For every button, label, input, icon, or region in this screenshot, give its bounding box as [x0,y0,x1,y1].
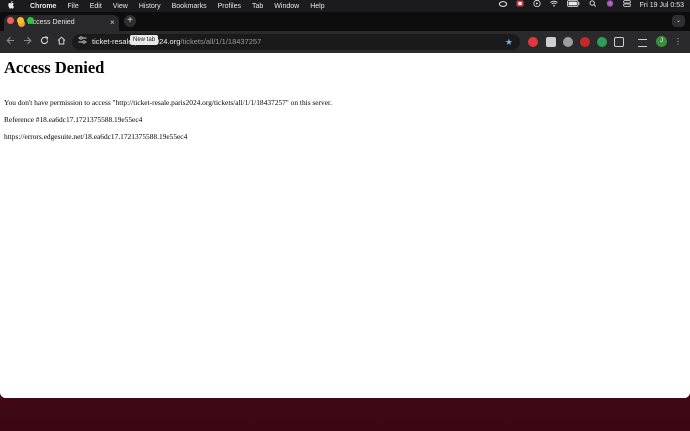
chrome-menu-icon[interactable]: ⋮ [673,36,683,48]
control-center-icon[interactable] [622,0,631,12]
apple-menu-icon[interactable] [8,1,22,11]
new-tab-tooltip: New tab [130,35,159,45]
tab-title: Access Denied [28,19,75,26]
zoom-window-button[interactable] [27,17,34,24]
minimize-window-button[interactable] [17,17,24,24]
creative-cloud-icon[interactable] [498,0,507,12]
address-url[interactable]: ticket-resale.paris2024.org/tickets/all/… [92,36,261,48]
menu-tab[interactable]: Tab [252,3,263,10]
back-button[interactable] [4,36,16,48]
menu-clock[interactable]: Fri 19 Jul 0:53 [640,0,684,12]
url-path: /tickets/all/1/1/18437257 [180,37,262,46]
permission-message: You don't have permission to access "htt… [4,98,332,107]
wifi-icon[interactable] [549,0,558,12]
tab-strip: Access Denied × + ⌄ [0,12,690,31]
menu-bookmarks[interactable]: Bookmarks [172,3,207,10]
browser-toolbar: ticket-resale.paris2024.org/tickets/all/… [0,31,690,53]
tab-close-icon[interactable]: × [110,17,115,28]
menu-help[interactable]: Help [310,3,324,10]
battery-icon[interactable] [566,0,580,12]
error-url: https://errors.edgesuite.net/18.ea6dc17.… [4,132,188,141]
menu-file[interactable]: File [67,3,78,10]
extension-vpn-icon[interactable] [528,37,538,47]
extension-droplet-icon[interactable] [563,37,573,47]
reload-button[interactable] [38,36,50,48]
window-controls [7,17,34,24]
page-heading: Access Denied [4,58,105,77]
search-icon[interactable] [589,0,597,12]
extensions-puzzle-icon[interactable] [614,37,624,47]
extension-record-icon[interactable] [580,37,590,47]
tab-search-button[interactable]: ⌄ [672,15,685,27]
profile-avatar[interactable]: J [656,36,667,47]
new-tab-button[interactable]: + [124,15,136,27]
macos-menu-bar: Chrome File Edit View History Bookmarks … [0,0,690,12]
play-icon[interactable] [533,0,541,12]
extension-grammarly-icon[interactable] [597,37,607,47]
reference-id: Reference #18.ea6dc17.1721375588.19e55ec… [4,115,143,124]
vpn-icon[interactable] [516,0,524,12]
page-content: Access Denied You don't have permission … [0,53,690,398]
site-info-icon[interactable] [78,36,87,48]
chrome-window: Access Denied × + ⌄ New tab ticket-re [0,12,690,398]
close-window-button[interactable] [7,17,14,24]
menu-history[interactable]: History [139,3,161,10]
extension-tab-icon[interactable] [546,37,556,47]
bookmark-star-icon[interactable]: ★ [505,36,513,48]
menu-profiles[interactable]: Profiles [218,3,241,10]
siri-icon[interactable] [606,0,614,12]
home-button[interactable] [55,36,67,48]
reading-list-icon[interactable] [638,39,647,47]
menu-edit[interactable]: Edit [90,3,102,10]
menu-view[interactable]: View [113,3,128,10]
menu-app-name[interactable]: Chrome [30,3,56,10]
forward-button[interactable] [21,36,33,48]
menu-window[interactable]: Window [274,3,299,10]
